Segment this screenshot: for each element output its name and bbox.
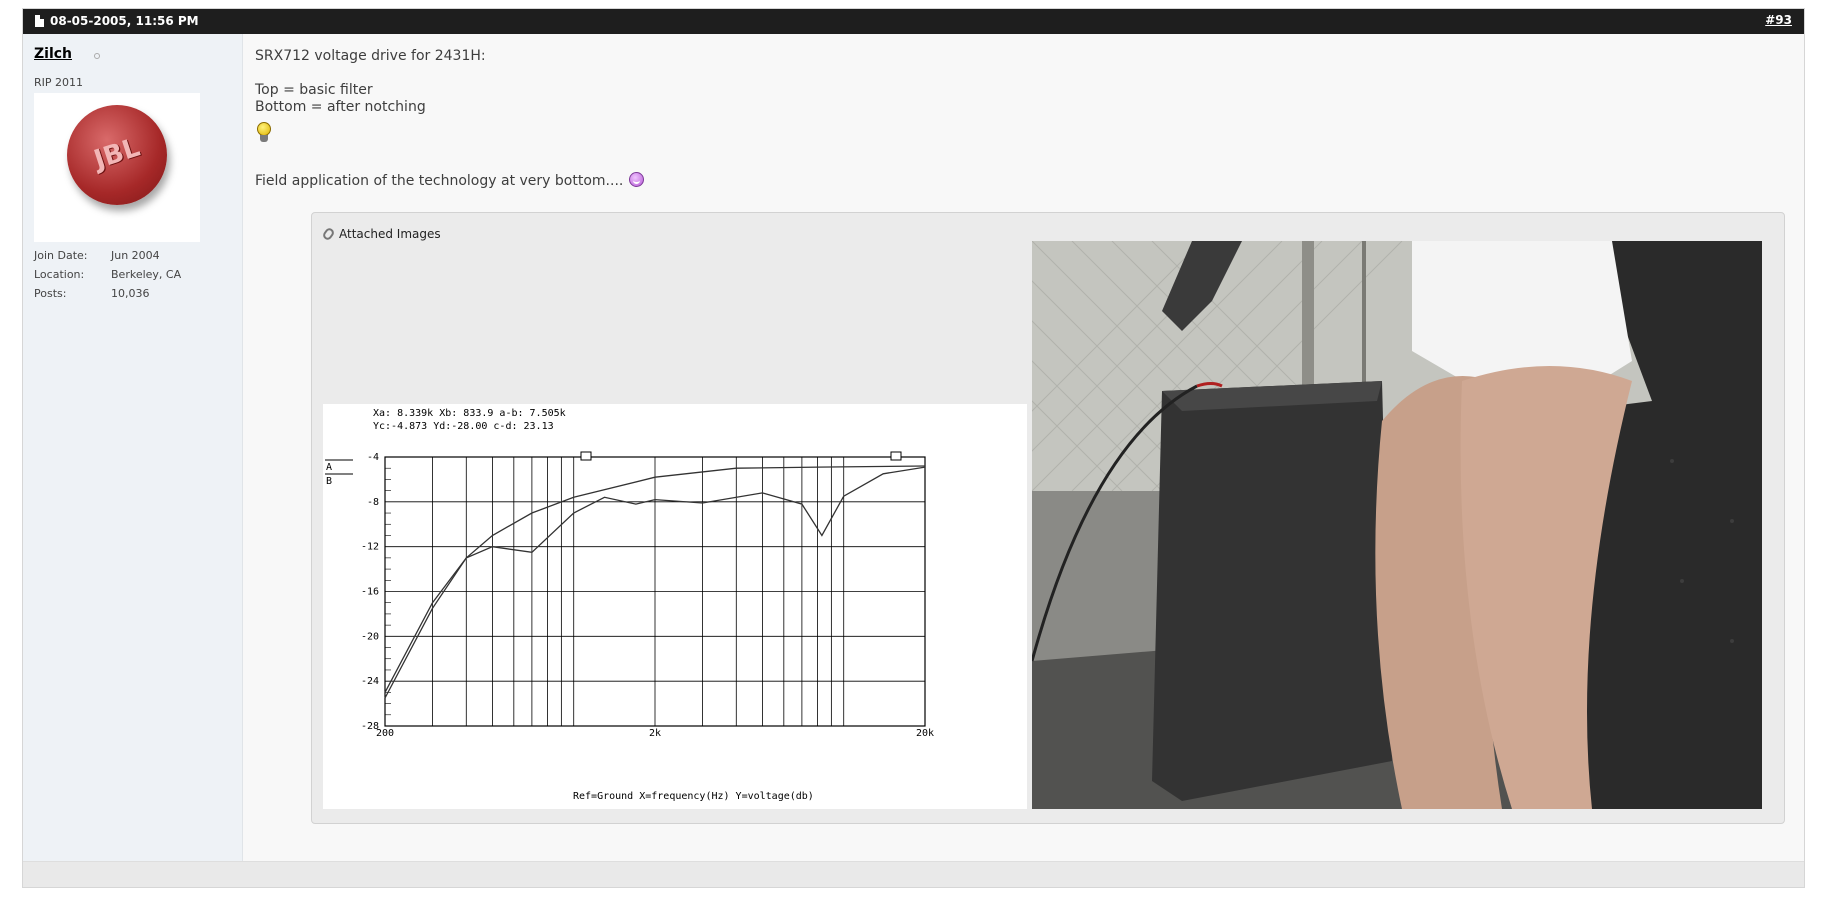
join-date-label: Join Date: <box>34 249 88 262</box>
message-line-4: Field application of the technology at v… <box>255 172 645 189</box>
attached-image-photo[interactable] <box>1032 241 1762 809</box>
graph-y-tick-label: -4 <box>367 452 379 463</box>
graph-x-tick-label: 200 <box>376 728 394 739</box>
graph-y-tick-label: -16 <box>361 587 379 598</box>
attached-image-frequency-graph[interactable]: Xa: 8.339k Xb: 833.9 a-b: 7.505k Yc:-4.8… <box>323 404 1027 809</box>
graph-y-tick-label: -8 <box>367 497 379 508</box>
graph-readout-2: Yc:-4.873 Yd:-28.00 c-d: 23.13 <box>373 421 554 432</box>
post-header: 08-05-2005, 11:56 PM #93 <box>23 9 1804 34</box>
post-date: 08-05-2005, 11:56 PM <box>50 14 199 28</box>
avatar-jbl-badge: JBL <box>67 105 167 205</box>
message-line-1: SRX712 voltage drive for 2431H: <box>255 48 486 64</box>
graph-y-ticks: -4-8-12-16-20-24-28 <box>361 452 379 732</box>
user-title: RIP 2011 <box>34 76 84 89</box>
join-date-value: Jun 2004 <box>111 249 160 262</box>
graph-y-tick-label: -20 <box>361 631 379 642</box>
graph-legend-b: B <box>326 476 332 487</box>
graph-y-tick-label: -12 <box>361 542 379 553</box>
paperclip-icon <box>321 226 336 242</box>
lightbulb-icon <box>255 122 273 144</box>
graph-marker-b <box>580 451 592 461</box>
graph-x-ticks: 200 2k 20k <box>376 728 934 739</box>
message-line-2: Top = basic filter <box>255 82 373 98</box>
post-number-link[interactable]: #93 <box>1765 13 1792 27</box>
forum-post: 08-05-2005, 11:56 PM #93 Zilch RIP 2011 … <box>22 8 1805 888</box>
document-icon <box>35 15 44 27</box>
smile-icon <box>629 172 645 187</box>
graph-footer: Ref=Ground X=frequency(Hz) Y=voltage(db) <box>573 791 814 802</box>
location-label: Location: <box>34 268 85 281</box>
avatar-logo-text: JBL <box>90 132 144 176</box>
attached-images-heading: Attached Images <box>321 226 441 242</box>
post-footer <box>23 861 1804 887</box>
graph-grid <box>384 456 926 727</box>
attached-images-box: Attached Images Xa: 8.339k Xb: 833.9 a-b… <box>311 212 1785 824</box>
location-value: Berkeley, CA <box>111 268 182 281</box>
graph-x-tick-label: 20k <box>916 728 934 739</box>
user-info-panel: Zilch RIP 2011 JBL Join Date: Jun 2004 L… <box>23 34 243 864</box>
posts-value: 10,036 <box>111 287 150 300</box>
graph-y-tick-label: -24 <box>361 676 379 687</box>
message-line-4-text: Field application of the technology at v… <box>255 173 624 189</box>
graph-x-tick-label: 2k <box>649 728 661 739</box>
posts-label: Posts: <box>34 287 67 300</box>
message-line-3: Bottom = after notching <box>255 99 426 115</box>
graph-readout-1: Xa: 8.339k Xb: 833.9 a-b: 7.505k <box>373 408 566 419</box>
username-link[interactable]: Zilch <box>34 46 72 62</box>
status-offline-icon <box>94 53 100 59</box>
graph-marker-a <box>890 451 902 461</box>
attached-images-title: Attached Images <box>339 227 441 241</box>
avatar[interactable]: JBL <box>34 93 200 242</box>
graph-legend-a: A <box>326 462 332 473</box>
